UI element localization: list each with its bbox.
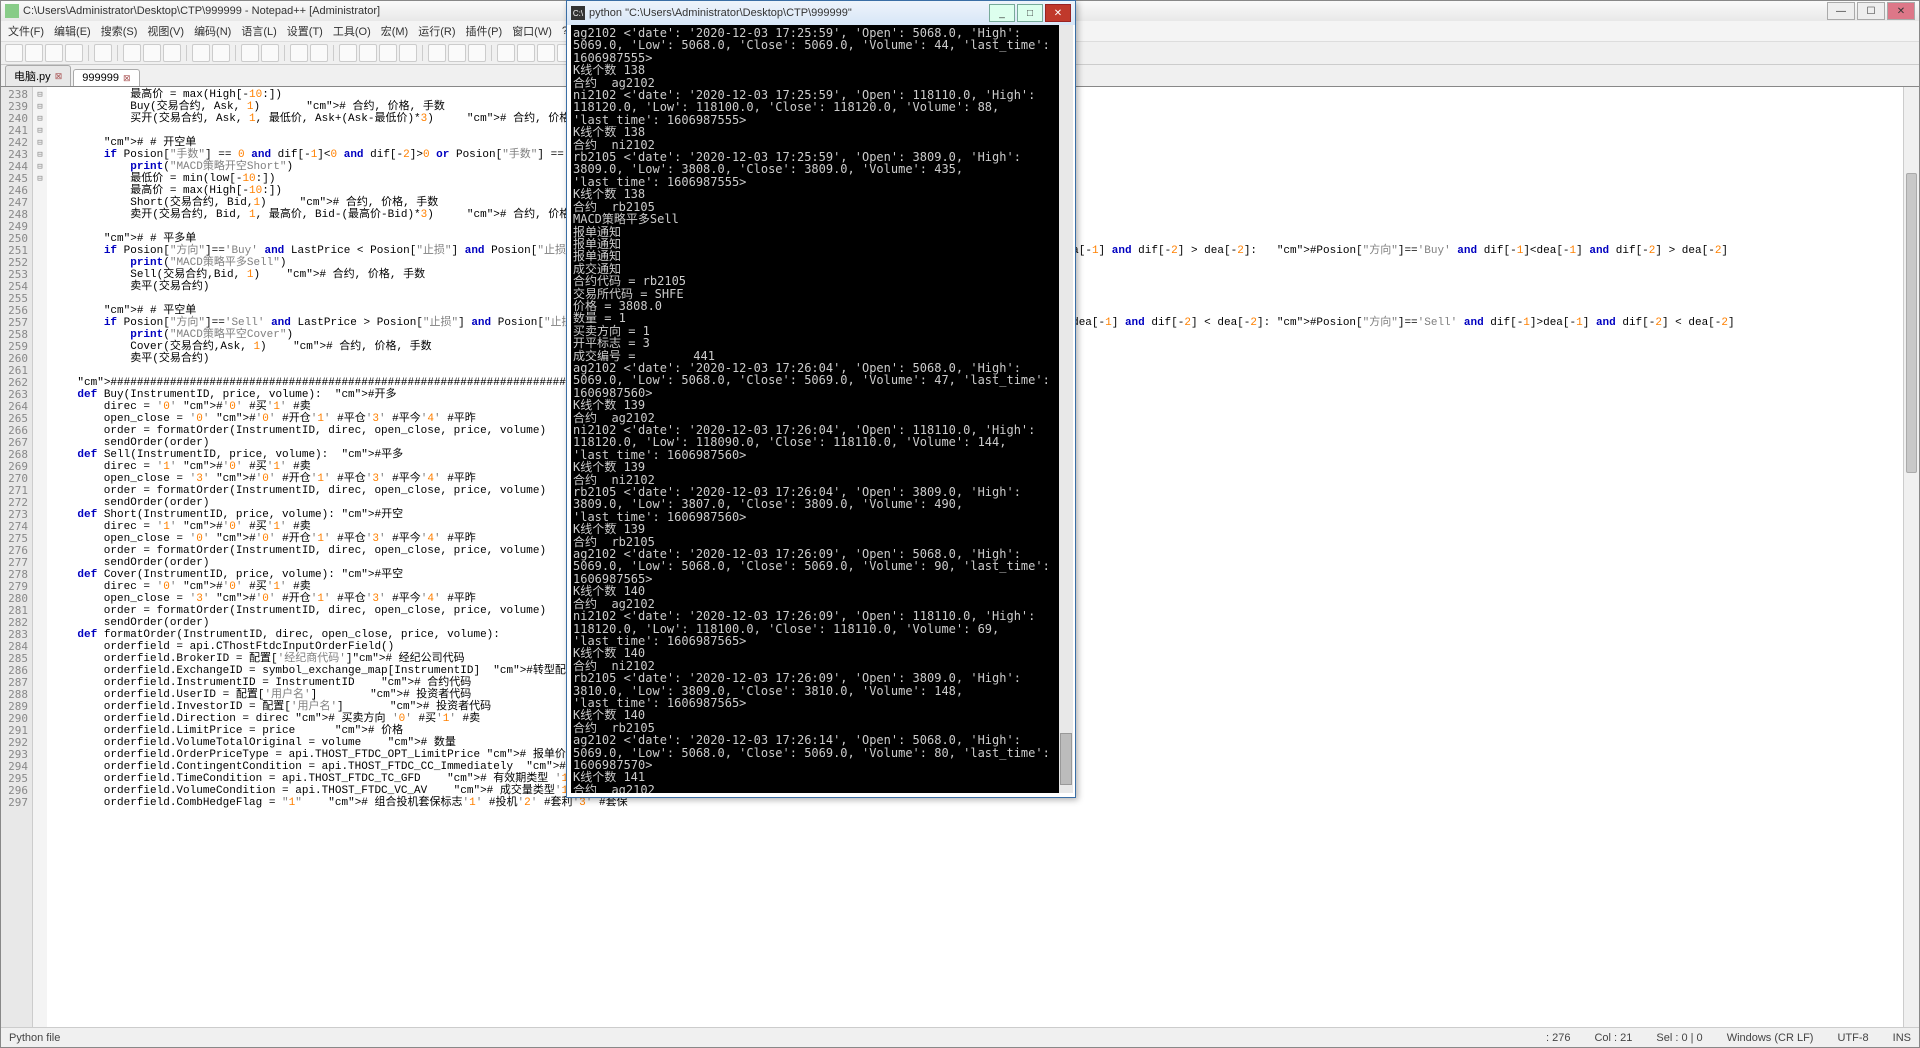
paste-icon[interactable] <box>163 44 181 62</box>
macro-play-icon[interactable] <box>448 44 466 62</box>
copy-icon[interactable] <box>143 44 161 62</box>
console-maximize-button[interactable]: □ <box>1017 4 1043 22</box>
zoom-out-icon[interactable] <box>310 44 328 62</box>
console-titlebar[interactable]: C:\ python "C:\Users\Administrator\Deskt… <box>567 1 1075 25</box>
menu-item[interactable]: 运行(R) <box>415 23 458 39</box>
run-icon[interactable] <box>497 44 515 62</box>
find-icon[interactable] <box>241 44 259 62</box>
status-sel: Sel : 0 | 0 <box>1656 1032 1702 1044</box>
open-file-icon[interactable] <box>25 44 43 62</box>
status-filetype: Python file <box>9 1032 60 1044</box>
console-scroll-thumb[interactable] <box>1060 733 1072 785</box>
menu-item[interactable]: 搜索(S) <box>98 23 141 39</box>
outdent-icon[interactable] <box>399 44 417 62</box>
zoom-in-icon[interactable] <box>290 44 308 62</box>
save-all-icon[interactable] <box>65 44 83 62</box>
tab-label: 电脑.py <box>14 68 51 84</box>
wordwrap-icon[interactable] <box>339 44 357 62</box>
menu-item[interactable]: 编码(N) <box>191 23 234 39</box>
file-tab[interactable]: 电脑.py ⊠ <box>5 65 71 86</box>
menu-item[interactable]: 设置(T) <box>284 23 326 39</box>
file-tab[interactable]: 999999 ⊠ <box>73 69 139 86</box>
npp-app-icon <box>5 4 19 18</box>
menu-item[interactable]: 编辑(E) <box>51 23 94 39</box>
status-col: Col : 21 <box>1594 1032 1632 1044</box>
menu-item[interactable]: 语言(L) <box>238 23 279 39</box>
new-file-icon[interactable] <box>5 44 23 62</box>
print-icon[interactable] <box>94 44 112 62</box>
console-vscrollbar[interactable] <box>1059 25 1073 793</box>
fold-column[interactable]: ⊟ ⊟ ⊟ ⊟ ⊟ ⊟ ⊟ ⊟ <box>33 87 47 1027</box>
npp-maximize-button[interactable]: ☐ <box>1857 2 1885 20</box>
editor-vscrollbar[interactable] <box>1903 87 1919 1027</box>
console-icon: C:\ <box>571 6 585 20</box>
tab-close-icon[interactable]: ⊠ <box>55 71 63 82</box>
console-close-button[interactable]: ✕ <box>1045 4 1071 22</box>
menu-item[interactable]: 视图(V) <box>144 23 187 39</box>
save-icon[interactable] <box>45 44 63 62</box>
status-eol: Windows (CR LF) <box>1727 1032 1814 1044</box>
tab-label: 999999 <box>82 72 119 84</box>
replace-icon[interactable] <box>261 44 279 62</box>
console-title-text: python "C:\Users\Administrator\Desktop\C… <box>589 7 852 19</box>
console-window[interactable]: C:\ python "C:\Users\Administrator\Deskt… <box>566 0 1076 798</box>
redo-icon[interactable] <box>212 44 230 62</box>
menu-item[interactable]: 文件(F) <box>5 23 47 39</box>
npp-title-text: C:\Users\Administrator\Desktop\CTP\99999… <box>23 5 380 17</box>
folder-icon[interactable] <box>517 44 535 62</box>
menu-item[interactable]: 工具(O) <box>330 23 374 39</box>
macro-stop-icon[interactable] <box>468 44 486 62</box>
status-ins: INS <box>1893 1032 1911 1044</box>
menu-item[interactable]: 窗口(W) <box>509 23 555 39</box>
line-number-gutter: 238 239 240 241 242 243 244 245 246 247 … <box>1 87 33 1027</box>
menu-item[interactable]: 宏(M) <box>378 23 412 39</box>
status-encoding: UTF-8 <box>1837 1032 1868 1044</box>
status-bar: Python file : 276 Col : 21 Sel : 0 | 0 W… <box>1 1027 1919 1047</box>
npp-minimize-button[interactable]: — <box>1827 2 1855 20</box>
npp-close-button[interactable]: ✕ <box>1887 2 1915 20</box>
console-output[interactable]: ag2102 <'date': '2020-12-03 17:25:59', '… <box>571 25 1059 793</box>
show-all-icon[interactable] <box>359 44 377 62</box>
doc-map-icon[interactable] <box>537 44 555 62</box>
indent-icon[interactable] <box>379 44 397 62</box>
undo-icon[interactable] <box>192 44 210 62</box>
menu-item[interactable]: 插件(P) <box>463 23 506 39</box>
status-length: : 276 <box>1546 1032 1570 1044</box>
console-minimize-button[interactable]: _ <box>989 4 1015 22</box>
macro-record-icon[interactable] <box>428 44 446 62</box>
cut-icon[interactable] <box>123 44 141 62</box>
tab-close-icon[interactable]: ⊠ <box>123 73 131 84</box>
editor-scroll-thumb[interactable] <box>1906 173 1917 473</box>
